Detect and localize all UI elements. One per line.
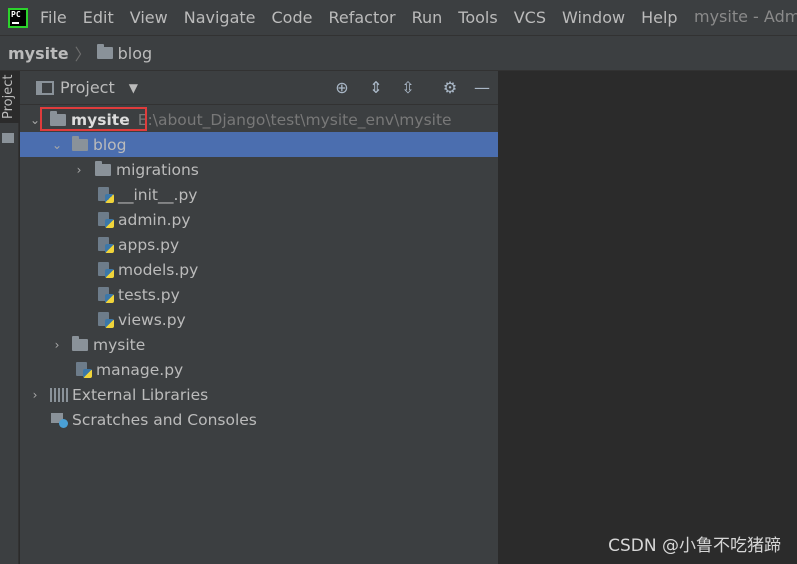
watermark-text: CSDN @小鲁不吃猪蹄 bbox=[608, 536, 781, 556]
python-file-icon bbox=[98, 186, 114, 203]
tree-row-mysite-package[interactable]: › mysite bbox=[20, 332, 498, 357]
chevron-right-icon[interactable]: › bbox=[28, 388, 42, 402]
window-title: mysite - Admin bbox=[694, 7, 797, 26]
left-tool-strip: Project bbox=[0, 71, 19, 564]
breadcrumb-root[interactable]: mysite bbox=[8, 44, 69, 63]
menu-vcs[interactable]: VCS bbox=[514, 8, 546, 27]
blog-folder-name: blog bbox=[93, 135, 127, 154]
folder-icon bbox=[50, 110, 66, 126]
package-folder-icon bbox=[95, 160, 111, 176]
expand-all-icon[interactable]: ⇕ bbox=[366, 78, 386, 98]
project-window-icon bbox=[36, 80, 54, 95]
python-file-icon bbox=[98, 311, 114, 328]
external-libraries-label: External Libraries bbox=[72, 385, 209, 404]
migrations-folder-name: migrations bbox=[116, 160, 199, 179]
file-name: views.py bbox=[118, 310, 186, 329]
chevron-right-icon[interactable]: › bbox=[72, 163, 86, 177]
minimize-icon[interactable]: — bbox=[472, 78, 492, 98]
menu-bar: PC File Edit View Navigate Code Refactor… bbox=[0, 0, 797, 35]
tree-row-manage[interactable]: manage.py bbox=[20, 357, 498, 382]
project-tool-label: Project bbox=[1, 74, 16, 119]
menu-help[interactable]: Help bbox=[641, 8, 677, 27]
tree-row-blog[interactable]: ⌄ blog bbox=[20, 132, 498, 157]
tree-row-models[interactable]: models.py bbox=[20, 257, 498, 282]
menu-file[interactable]: File bbox=[40, 8, 67, 27]
library-icon bbox=[50, 387, 68, 402]
menu-navigate[interactable]: Navigate bbox=[184, 8, 256, 27]
menu-run[interactable]: Run bbox=[412, 8, 443, 27]
project-panel: Project ▼ ⊕ ⇕ ⇳ ⚙ — ⌄ mysite E:\about_Dj… bbox=[20, 71, 498, 564]
tree-row-init[interactable]: __init__.py bbox=[20, 182, 498, 207]
collapse-all-icon[interactable]: ⇳ bbox=[398, 78, 418, 98]
project-panel-title[interactable]: Project bbox=[60, 78, 115, 97]
python-file-icon bbox=[98, 211, 114, 228]
tree-row-scratches[interactable]: Scratches and Consoles bbox=[20, 407, 498, 432]
tree-row-migrations[interactable]: › migrations bbox=[20, 157, 498, 182]
root-folder-name: mysite bbox=[71, 110, 130, 129]
file-name: __init__.py bbox=[118, 185, 198, 204]
pycharm-logo-icon: PC bbox=[8, 7, 28, 28]
tree-row-tests[interactable]: tests.py bbox=[20, 282, 498, 307]
folder-icon bbox=[96, 44, 113, 59]
menu-window[interactable]: Window bbox=[562, 8, 625, 27]
gear-icon[interactable]: ⚙ bbox=[440, 78, 460, 98]
menu-refactor[interactable]: Refactor bbox=[328, 8, 395, 27]
tree-row-views[interactable]: views.py bbox=[20, 307, 498, 332]
file-name: admin.py bbox=[118, 210, 191, 229]
python-file-icon bbox=[76, 361, 92, 378]
file-name: manage.py bbox=[96, 360, 184, 379]
project-panel-header: Project ▼ ⊕ ⇕ ⇳ ⚙ — bbox=[20, 71, 498, 105]
menu-view[interactable]: View bbox=[130, 8, 168, 27]
menu-tools[interactable]: Tools bbox=[458, 8, 497, 27]
editor-area[interactable] bbox=[499, 71, 797, 564]
file-name: tests.py bbox=[118, 285, 180, 304]
folder-icon[interactable] bbox=[2, 133, 14, 143]
python-file-icon bbox=[98, 261, 114, 278]
locate-file-icon[interactable]: ⊕ bbox=[332, 78, 352, 98]
chevron-down-icon[interactable]: ⌄ bbox=[50, 138, 64, 152]
tree-row-admin[interactable]: admin.py bbox=[20, 207, 498, 232]
chevron-right-icon[interactable]: › bbox=[50, 338, 64, 352]
scratches-icon bbox=[50, 412, 68, 428]
package-folder-icon bbox=[72, 135, 88, 151]
project-tool-tab[interactable]: Project bbox=[0, 71, 19, 123]
chevron-down-icon[interactable]: ⌄ bbox=[28, 113, 42, 127]
menu-edit[interactable]: Edit bbox=[83, 8, 114, 27]
tree-row-apps[interactable]: apps.py bbox=[20, 232, 498, 257]
root-folder-path: E:\about_Django\test\mysite_env\mysite bbox=[137, 110, 452, 129]
chevron-down-icon[interactable]: ▼ bbox=[129, 81, 138, 95]
file-name: apps.py bbox=[118, 235, 180, 254]
python-file-icon bbox=[98, 286, 114, 303]
tree-row-external-libraries[interactable]: › External Libraries bbox=[20, 382, 498, 407]
package-folder-icon bbox=[72, 335, 88, 351]
scratches-label: Scratches and Consoles bbox=[72, 410, 257, 429]
file-name: models.py bbox=[118, 260, 199, 279]
tree-row-root[interactable]: ⌄ mysite E:\about_Django\test\mysite_env… bbox=[20, 107, 498, 132]
mysite-folder-name: mysite bbox=[93, 335, 146, 354]
breadcrumb-leaf[interactable]: blog bbox=[118, 44, 153, 63]
breadcrumb: mysite 〉 blog bbox=[0, 35, 797, 71]
breadcrumb-separator-icon: 〉 bbox=[74, 45, 91, 64]
python-file-icon bbox=[98, 236, 114, 253]
menu-code[interactable]: Code bbox=[272, 8, 313, 27]
